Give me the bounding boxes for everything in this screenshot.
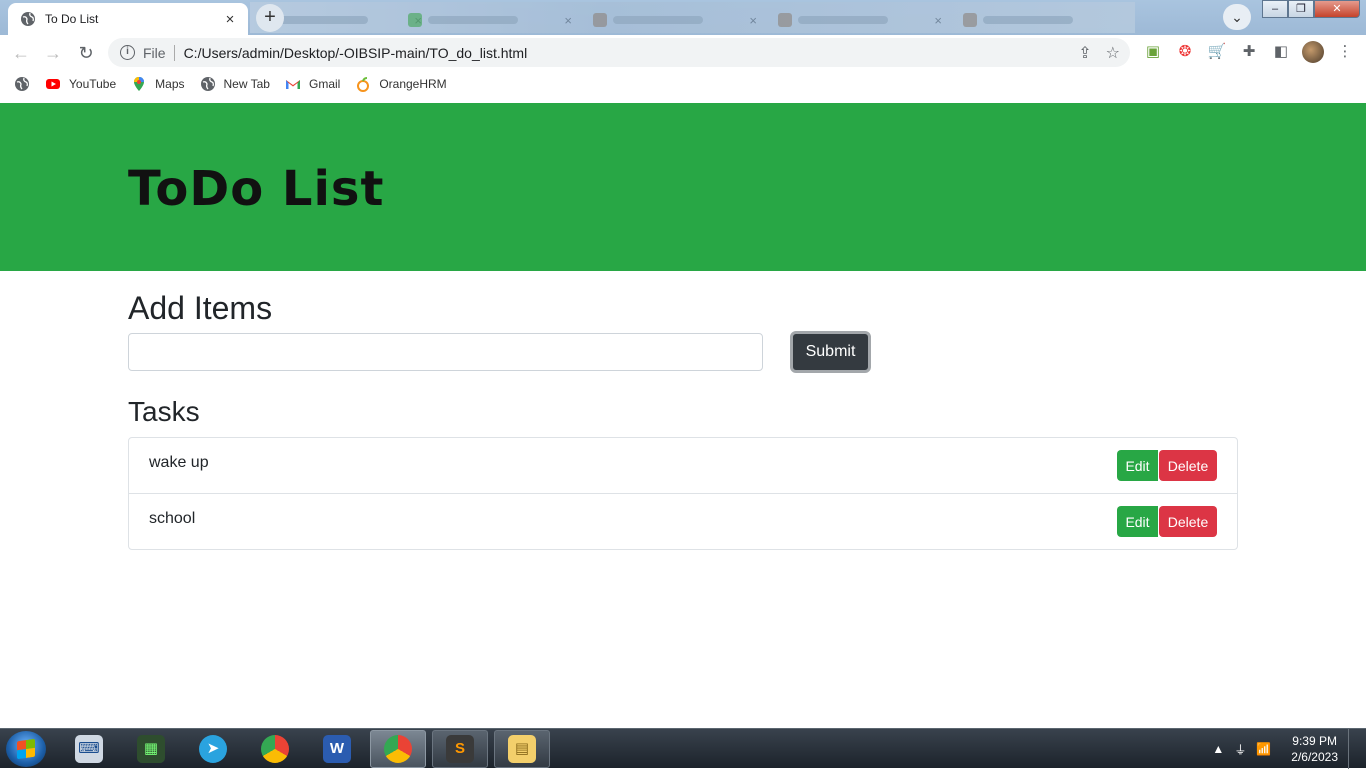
- taskbar-app-telegram[interactable]: ➤: [185, 730, 241, 768]
- close-window-button[interactable]: ✕: [1314, 0, 1360, 18]
- bookmark-orangehrm[interactable]: OrangeHRM: [355, 76, 447, 92]
- tab-title: To Do List: [45, 12, 99, 26]
- browser-toolbar: ← → ↻ i File C:/Users/admin/Desktop/-OIB…: [0, 35, 1366, 70]
- task-manager-icon: ▦: [137, 735, 165, 763]
- extension-red-icon[interactable]: ❂: [1174, 41, 1196, 63]
- extensions-area: ▣ ❂ 🛒 ✚ ◧ ⋮: [1142, 41, 1356, 63]
- hero-banner: ToDo List: [0, 103, 1366, 271]
- reload-icon[interactable]: ↻: [74, 41, 98, 65]
- task-item: school Edit Delete: [129, 494, 1237, 549]
- show-desktop-button[interactable]: [1348, 729, 1358, 769]
- bookmark-apps[interactable]: [14, 76, 30, 92]
- clock-time: 9:39 PM: [1292, 734, 1337, 748]
- system-tray: ▲ ⏚ 📶 9:39 PM 2/6/2023: [1212, 729, 1358, 769]
- onscreen-keyboard-icon: ⌨: [75, 735, 103, 763]
- bookmark-youtube[interactable]: YouTube: [45, 76, 116, 92]
- network-signal-icon[interactable]: 📶: [1256, 742, 1271, 756]
- maps-icon: [134, 77, 145, 91]
- edit-button[interactable]: Edit: [1117, 450, 1158, 481]
- taskbar-app-sublime[interactable]: S: [432, 730, 488, 768]
- background-tab[interactable]: ×: [770, 8, 950, 32]
- task-text: wake up: [149, 454, 209, 471]
- bookmark-label: OrangeHRM: [379, 77, 447, 91]
- info-icon[interactable]: i: [120, 45, 135, 60]
- puzzle-extensions-icon[interactable]: ✚: [1238, 41, 1260, 63]
- power-plug-icon[interactable]: ⏚: [1234, 741, 1246, 758]
- bookmark-label: Maps: [155, 77, 185, 91]
- minimize-button[interactable]: –: [1262, 0, 1288, 18]
- background-tabs: × × × ×: [250, 2, 1135, 33]
- task-item: wake up Edit Delete: [129, 438, 1237, 494]
- taskbar-app-keyboard[interactable]: ⌨: [61, 730, 117, 768]
- delete-button[interactable]: Delete: [1159, 506, 1217, 537]
- background-tab[interactable]: ×: [400, 8, 580, 32]
- tab-search-button[interactable]: ⌄: [1223, 4, 1251, 30]
- browser-tab-strip: × × × × To Do List × + ⌄ – ❐ ✕: [0, 0, 1366, 35]
- gmail-icon: [285, 80, 300, 89]
- taskbar-app-chrome-profile[interactable]: [247, 730, 303, 768]
- globe-icon: [15, 77, 29, 91]
- add-items-heading: Add Items: [128, 290, 273, 326]
- bookmark-maps[interactable]: Maps: [131, 76, 185, 92]
- clock[interactable]: 9:39 PM 2/6/2023: [1291, 733, 1338, 765]
- profile-avatar[interactable]: [1302, 41, 1324, 63]
- more-menu-icon[interactable]: ⋮: [1334, 41, 1356, 63]
- page-viewport: ToDo List Add Items Submit Tasks wake up…: [0, 103, 1366, 727]
- edit-button[interactable]: Edit: [1117, 506, 1158, 537]
- telegram-icon: ➤: [199, 735, 227, 763]
- background-tab[interactable]: [955, 8, 1135, 32]
- orangehrm-icon: [357, 77, 370, 92]
- back-arrow-icon[interactable]: ←: [9, 41, 33, 65]
- word-icon: W: [323, 735, 351, 763]
- close-tab-icon[interactable]: ×: [222, 11, 238, 28]
- show-hidden-icons[interactable]: ▲: [1212, 742, 1224, 756]
- bookmark-label: Gmail: [308, 77, 341, 91]
- globe-icon: [21, 12, 35, 26]
- sublime-text-icon: S: [446, 735, 474, 763]
- divider: [173, 44, 175, 61]
- windows-logo-icon: [17, 738, 35, 760]
- bookmark-label: YouTube: [69, 77, 117, 91]
- task-input[interactable]: [128, 333, 763, 371]
- side-panel-icon[interactable]: ◧: [1270, 41, 1292, 63]
- forward-arrow-icon[interactable]: →: [41, 41, 65, 65]
- new-tab-button[interactable]: +: [256, 4, 284, 32]
- extension-green-icon[interactable]: ▣: [1142, 41, 1164, 63]
- windows-taskbar: ⌨ ▦ ➤ W S ▤ ▲ ⏚ 📶 9:39 PM 2/6/2023: [0, 728, 1366, 769]
- restore-button[interactable]: ❐: [1288, 0, 1314, 18]
- globe-icon: [200, 77, 215, 91]
- extension-cart-icon[interactable]: 🛒: [1206, 41, 1228, 63]
- tasks-heading: Tasks: [128, 396, 200, 427]
- active-tab[interactable]: To Do List ×: [8, 3, 248, 35]
- taskbar-app-monitor[interactable]: ▦: [123, 730, 179, 768]
- start-button[interactable]: [6, 731, 46, 767]
- youtube-icon: [46, 79, 60, 89]
- folder-icon: ▤: [508, 735, 536, 763]
- bookmark-label: New Tab: [223, 77, 270, 91]
- url-scheme: File: [143, 44, 166, 61]
- chrome-icon: [384, 735, 412, 763]
- background-tab[interactable]: ×: [585, 8, 765, 32]
- window-controls: – ❐ ✕: [1262, 0, 1360, 18]
- bookmark-gmail[interactable]: Gmail: [285, 76, 340, 92]
- bookmark-new-tab[interactable]: New Tab: [200, 76, 270, 92]
- task-list: wake up Edit Delete school Edit Delete: [128, 437, 1238, 550]
- taskbar-app-explorer[interactable]: ▤: [494, 730, 550, 768]
- bookmarks-bar: YouTube Maps New Tab Gmail OrangeHRM: [0, 70, 1366, 98]
- address-bar[interactable]: i File C:/Users/admin/Desktop/-OIBSIP-ma…: [108, 38, 1130, 67]
- task-text: school: [149, 510, 196, 527]
- page-title: ToDo List: [128, 161, 385, 217]
- share-icon[interactable]: ⇪: [1078, 43, 1091, 63]
- taskbar-app-word[interactable]: W: [309, 730, 365, 768]
- url-text[interactable]: C:/Users/admin/Desktop/-OIBSIP-main/TO_d…: [184, 45, 528, 61]
- chrome-icon: [261, 735, 289, 763]
- taskbar-app-chrome[interactable]: [370, 730, 426, 768]
- chevron-down-icon: ⌄: [1231, 9, 1243, 25]
- submit-button[interactable]: Submit: [790, 331, 871, 373]
- bookmark-star-icon[interactable]: ☆: [1106, 43, 1120, 63]
- clock-date: 2/6/2023: [1291, 750, 1338, 764]
- delete-button[interactable]: Delete: [1159, 450, 1217, 481]
